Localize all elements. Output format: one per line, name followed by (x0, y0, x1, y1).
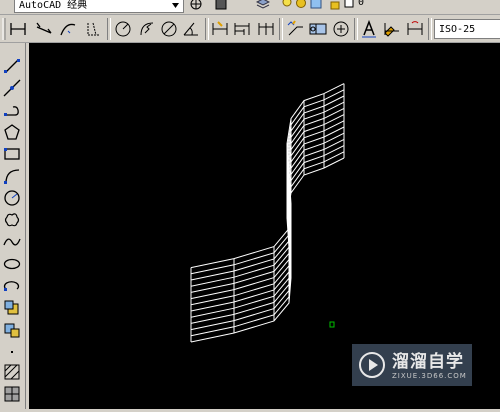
layer-name[interactable]: 0 (358, 0, 364, 8)
jogged-dim-icon[interactable] (137, 19, 157, 39)
dim-update-icon[interactable] (405, 19, 425, 39)
angular-dim-icon[interactable] (181, 19, 201, 39)
toolbar-separator (107, 18, 111, 40)
workspace-dropdown[interactable]: AutoCAD 经典 (14, 0, 184, 13)
circle-icon[interactable] (3, 189, 21, 207)
draw-toolbar (0, 43, 26, 409)
spline-icon[interactable] (3, 233, 21, 251)
mesh-row-line (190, 107, 345, 293)
arc-icon[interactable] (3, 167, 21, 185)
revcloud-icon[interactable] (3, 211, 21, 229)
hatch-icon[interactable] (3, 363, 21, 381)
rectangle-icon[interactable] (3, 145, 21, 163)
workspace-settings-icon[interactable] (190, 0, 202, 10)
make-block-icon[interactable] (3, 321, 21, 339)
layer-viewport-freeze-icon[interactable] (310, 0, 322, 10)
ellipse-arc-icon[interactable] (3, 277, 21, 295)
arc-length-icon[interactable] (58, 19, 78, 39)
toolbar-grip[interactable] (2, 18, 6, 40)
toolbar-separator (428, 18, 432, 40)
mesh-row-line (190, 138, 345, 324)
aligned-dim-icon[interactable] (34, 19, 54, 39)
quick-leader-icon[interactable] (285, 19, 305, 39)
mesh-row-line (190, 83, 345, 269)
workspace-value: AutoCAD 经典 (19, 0, 88, 11)
layer-on-icon[interactable] (282, 0, 292, 10)
mesh-row-line (190, 89, 345, 275)
toolbar-separator (354, 18, 358, 40)
toolbar-separator (279, 18, 283, 40)
quick-dim-icon[interactable] (210, 19, 230, 39)
mesh-row-line (190, 95, 345, 281)
mesh-row-line (190, 126, 345, 312)
layer-color-icon[interactable] (344, 0, 354, 10)
mesh-row-line (190, 114, 345, 300)
diameter-dim-icon[interactable] (159, 19, 179, 39)
mesh-row-line (190, 151, 345, 337)
watermark-logo: 溜溜自学 ZIXUE.3D66.COM (352, 344, 472, 386)
dim-style-dropdown[interactable]: ISO-25 (434, 19, 500, 39)
construction-line-icon[interactable] (3, 79, 21, 97)
insert-block-icon[interactable] (3, 299, 21, 317)
layer-lock-icon[interactable] (330, 0, 340, 10)
mesh-row-line (190, 157, 345, 343)
polygon-icon[interactable] (3, 123, 21, 141)
watermark-title: 溜溜自学 (392, 352, 464, 372)
polyline-icon[interactable] (3, 101, 21, 119)
play-logo-icon (359, 352, 385, 378)
gradient-icon[interactable] (3, 385, 21, 403)
dimension-toolbar: ISO-25 (0, 15, 500, 43)
center-mark-icon[interactable] (331, 19, 351, 39)
layer-freeze-icon[interactable] (296, 0, 306, 10)
mesh-row-line (190, 145, 345, 331)
mesh-row-line (190, 101, 345, 287)
chevron-down-icon (172, 3, 179, 8)
watermark-url: ZIXUE.3D66.COM (392, 372, 467, 380)
ordinate-dim-icon[interactable] (84, 19, 104, 39)
dim-style-value: ISO-25 (439, 24, 476, 35)
line-icon[interactable] (3, 57, 21, 75)
baseline-dim-icon[interactable] (232, 19, 252, 39)
cursor-marker (329, 321, 335, 328)
ellipse-icon[interactable] (3, 255, 21, 273)
mesh-row-line (190, 132, 345, 318)
point-icon[interactable] (3, 343, 21, 361)
my-workspace-icon[interactable] (215, 0, 227, 10)
workspaces-toolbar: AutoCAD 经典 0 (0, 0, 500, 15)
layer-manager-icon[interactable] (256, 0, 270, 10)
tolerance-icon[interactable] (308, 19, 328, 39)
continue-dim-icon[interactable] (256, 19, 276, 39)
radius-dim-icon[interactable] (113, 19, 133, 39)
linear-dim-icon[interactable] (8, 19, 28, 39)
toolbar-separator (205, 18, 209, 40)
mesh-row-line (190, 120, 345, 306)
dimedit-icon[interactable] (359, 19, 379, 39)
dimtedit-icon[interactable] (382, 19, 402, 39)
